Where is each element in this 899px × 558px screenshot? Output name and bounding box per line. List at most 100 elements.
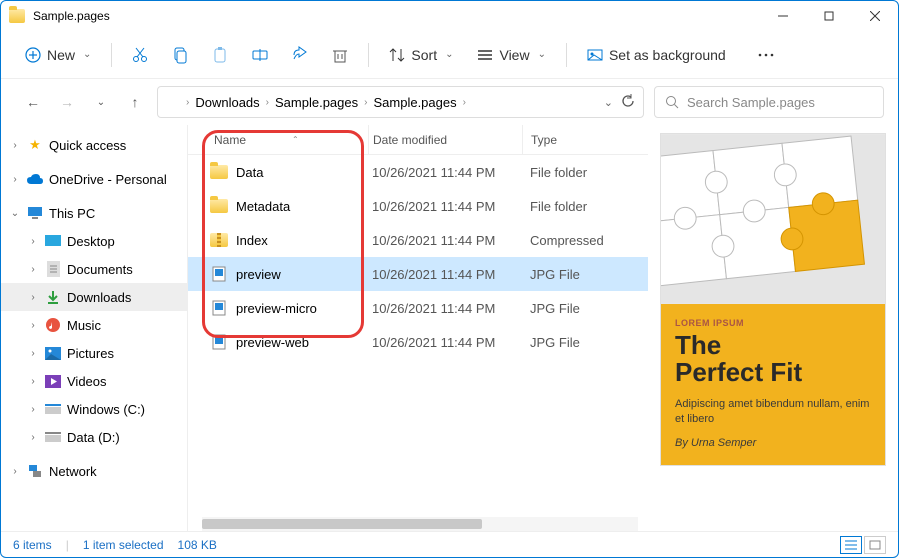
preview-pane: LOREM IPSUM ThePerfect Fit Adipiscing am… xyxy=(648,125,898,531)
back-button[interactable]: ← xyxy=(21,90,45,114)
window-title: Sample.pages xyxy=(33,9,110,23)
search-input[interactable]: Search Sample.pages xyxy=(654,86,884,118)
breadcrumb[interactable]: › Downloads› Sample.pages› Sample.pages›… xyxy=(157,86,644,118)
breadcrumb-item[interactable]: Sample.pages xyxy=(273,95,360,110)
file-row[interactable]: preview10/26/2021 11:44 PMJPG File xyxy=(188,257,648,291)
paste-icon[interactable] xyxy=(202,37,238,73)
sidebar-quick-access[interactable]: ›★Quick access xyxy=(1,131,187,159)
set-background-button[interactable]: Set as background xyxy=(577,41,736,69)
status-selected: 1 item selected xyxy=(83,538,164,552)
file-type: File folder xyxy=(522,199,648,214)
column-headers: Name⌃ Date modified Type xyxy=(188,125,648,155)
file-date: 10/26/2021 11:44 PM xyxy=(368,233,522,248)
maximize-button[interactable] xyxy=(806,1,852,31)
search-placeholder: Search Sample.pages xyxy=(687,95,815,110)
preview-tag: LOREM IPSUM xyxy=(675,318,871,328)
file-row[interactable]: Metadata 10/26/2021 11:44 PMFile folder xyxy=(188,189,648,223)
sidebar-videos[interactable]: ›Videos xyxy=(1,367,187,395)
file-row[interactable]: Data 10/26/2021 11:44 PMFile folder xyxy=(188,155,648,189)
copy-icon[interactable] xyxy=(162,37,198,73)
search-icon xyxy=(665,95,679,109)
share-icon[interactable] xyxy=(282,37,318,73)
file-date: 10/26/2021 11:44 PM xyxy=(368,199,522,214)
close-button[interactable] xyxy=(852,1,898,31)
sidebar-documents[interactable]: ›Documents xyxy=(1,255,187,283)
details-view-button[interactable] xyxy=(840,536,862,554)
delete-icon[interactable] xyxy=(322,37,358,73)
img-icon xyxy=(210,266,228,282)
more-icon[interactable] xyxy=(748,37,784,73)
status-bar: 6 items | 1 item selected 108 KB xyxy=(1,531,898,557)
cut-icon[interactable] xyxy=(122,37,158,73)
folder-icon xyxy=(210,198,228,214)
view-button[interactable]: View⌄ xyxy=(467,41,555,69)
img-icon xyxy=(210,300,228,316)
videos-icon xyxy=(45,373,61,389)
sidebar-network[interactable]: ›Network xyxy=(1,457,187,485)
navigation-row: ← → ⌄ ↑ › Downloads› Sample.pages› Sampl… xyxy=(1,79,898,125)
file-name: Index xyxy=(236,233,268,248)
column-date[interactable]: Date modified xyxy=(368,125,522,154)
file-row[interactable]: Index 10/26/2021 11:44 PMCompressed xyxy=(188,223,648,257)
column-type[interactable]: Type xyxy=(522,125,648,154)
download-icon xyxy=(45,289,61,305)
file-date: 10/26/2021 11:44 PM xyxy=(368,301,522,316)
sidebar-desktop[interactable]: ›Desktop xyxy=(1,227,187,255)
file-row[interactable]: preview-micro 10/26/2021 11:44 PMJPG File xyxy=(188,291,648,325)
file-name: preview-micro xyxy=(236,301,317,316)
file-type: Compressed xyxy=(522,233,648,248)
column-name[interactable]: Name⌃ xyxy=(188,133,368,147)
file-type: JPG File xyxy=(522,301,648,316)
status-count: 6 items xyxy=(13,538,52,552)
folder-icon xyxy=(9,9,25,23)
sidebar-pictures[interactable]: ›Pictures xyxy=(1,339,187,367)
file-date: 10/26/2021 11:44 PM xyxy=(368,335,522,350)
sidebar-drive-d[interactable]: ›Data (D:) xyxy=(1,423,187,451)
recent-dropdown[interactable]: ⌄ xyxy=(89,90,113,114)
star-icon: ★ xyxy=(27,137,43,153)
file-name: preview xyxy=(236,267,281,282)
file-date: 10/26/2021 11:44 PM xyxy=(368,165,522,180)
file-name: Data xyxy=(236,165,263,180)
pictures-icon xyxy=(45,345,61,361)
new-button[interactable]: New⌄ xyxy=(15,41,101,69)
horizontal-scrollbar[interactable] xyxy=(202,517,638,531)
pc-icon xyxy=(27,205,43,221)
document-icon xyxy=(45,261,61,277)
forward-button[interactable]: → xyxy=(55,90,79,114)
sidebar-music[interactable]: ›Music xyxy=(1,311,187,339)
file-type: JPG File xyxy=(522,335,648,350)
preview-title: ThePerfect Fit xyxy=(675,332,871,387)
puzzle-illustration xyxy=(661,134,885,304)
preview-author: By Urna Semper xyxy=(675,437,871,449)
breadcrumb-item[interactable]: Sample.pages xyxy=(371,95,458,110)
sidebar-onedrive[interactable]: ›OneDrive - Personal xyxy=(1,165,187,193)
file-pane: Name⌃ Date modified Type Data 10/26/2021 … xyxy=(187,125,648,531)
minimize-button[interactable] xyxy=(760,1,806,31)
file-date: 10/26/2021 11:44 PM xyxy=(368,267,522,282)
preview-subtitle: Adipiscing amet bibendum nullam, enim et… xyxy=(675,397,871,428)
sidebar-downloads[interactable]: ›Downloads xyxy=(1,283,187,311)
folder-icon xyxy=(166,96,182,109)
file-row[interactable]: preview-web 10/26/2021 11:44 PMJPG File xyxy=(188,325,648,359)
up-button[interactable]: ↑ xyxy=(123,90,147,114)
img-icon xyxy=(210,334,228,350)
breadcrumb-item[interactable]: Downloads xyxy=(193,95,261,110)
sidebar: ›★Quick access ›OneDrive - Personal ⌄Thi… xyxy=(1,125,187,531)
rename-icon[interactable] xyxy=(242,37,278,73)
sort-button[interactable]: Sort⌄ xyxy=(379,41,463,69)
file-name: preview-web xyxy=(236,335,309,350)
refresh-icon[interactable] xyxy=(621,94,635,111)
folder-icon xyxy=(210,164,228,180)
chevron-down-icon[interactable]: ⌄ xyxy=(604,96,613,109)
preview-image: LOREM IPSUM ThePerfect Fit Adipiscing am… xyxy=(660,133,886,466)
view-label: View xyxy=(499,47,529,63)
sidebar-this-pc[interactable]: ⌄This PC xyxy=(1,199,187,227)
drive-icon xyxy=(45,429,61,445)
file-type: File folder xyxy=(522,165,648,180)
file-name: Metadata xyxy=(236,199,290,214)
sidebar-drive-c[interactable]: ›Windows (C:) xyxy=(1,395,187,423)
thumbnails-view-button[interactable] xyxy=(864,536,886,554)
titlebar: Sample.pages xyxy=(1,1,898,31)
desktop-icon xyxy=(45,233,61,249)
